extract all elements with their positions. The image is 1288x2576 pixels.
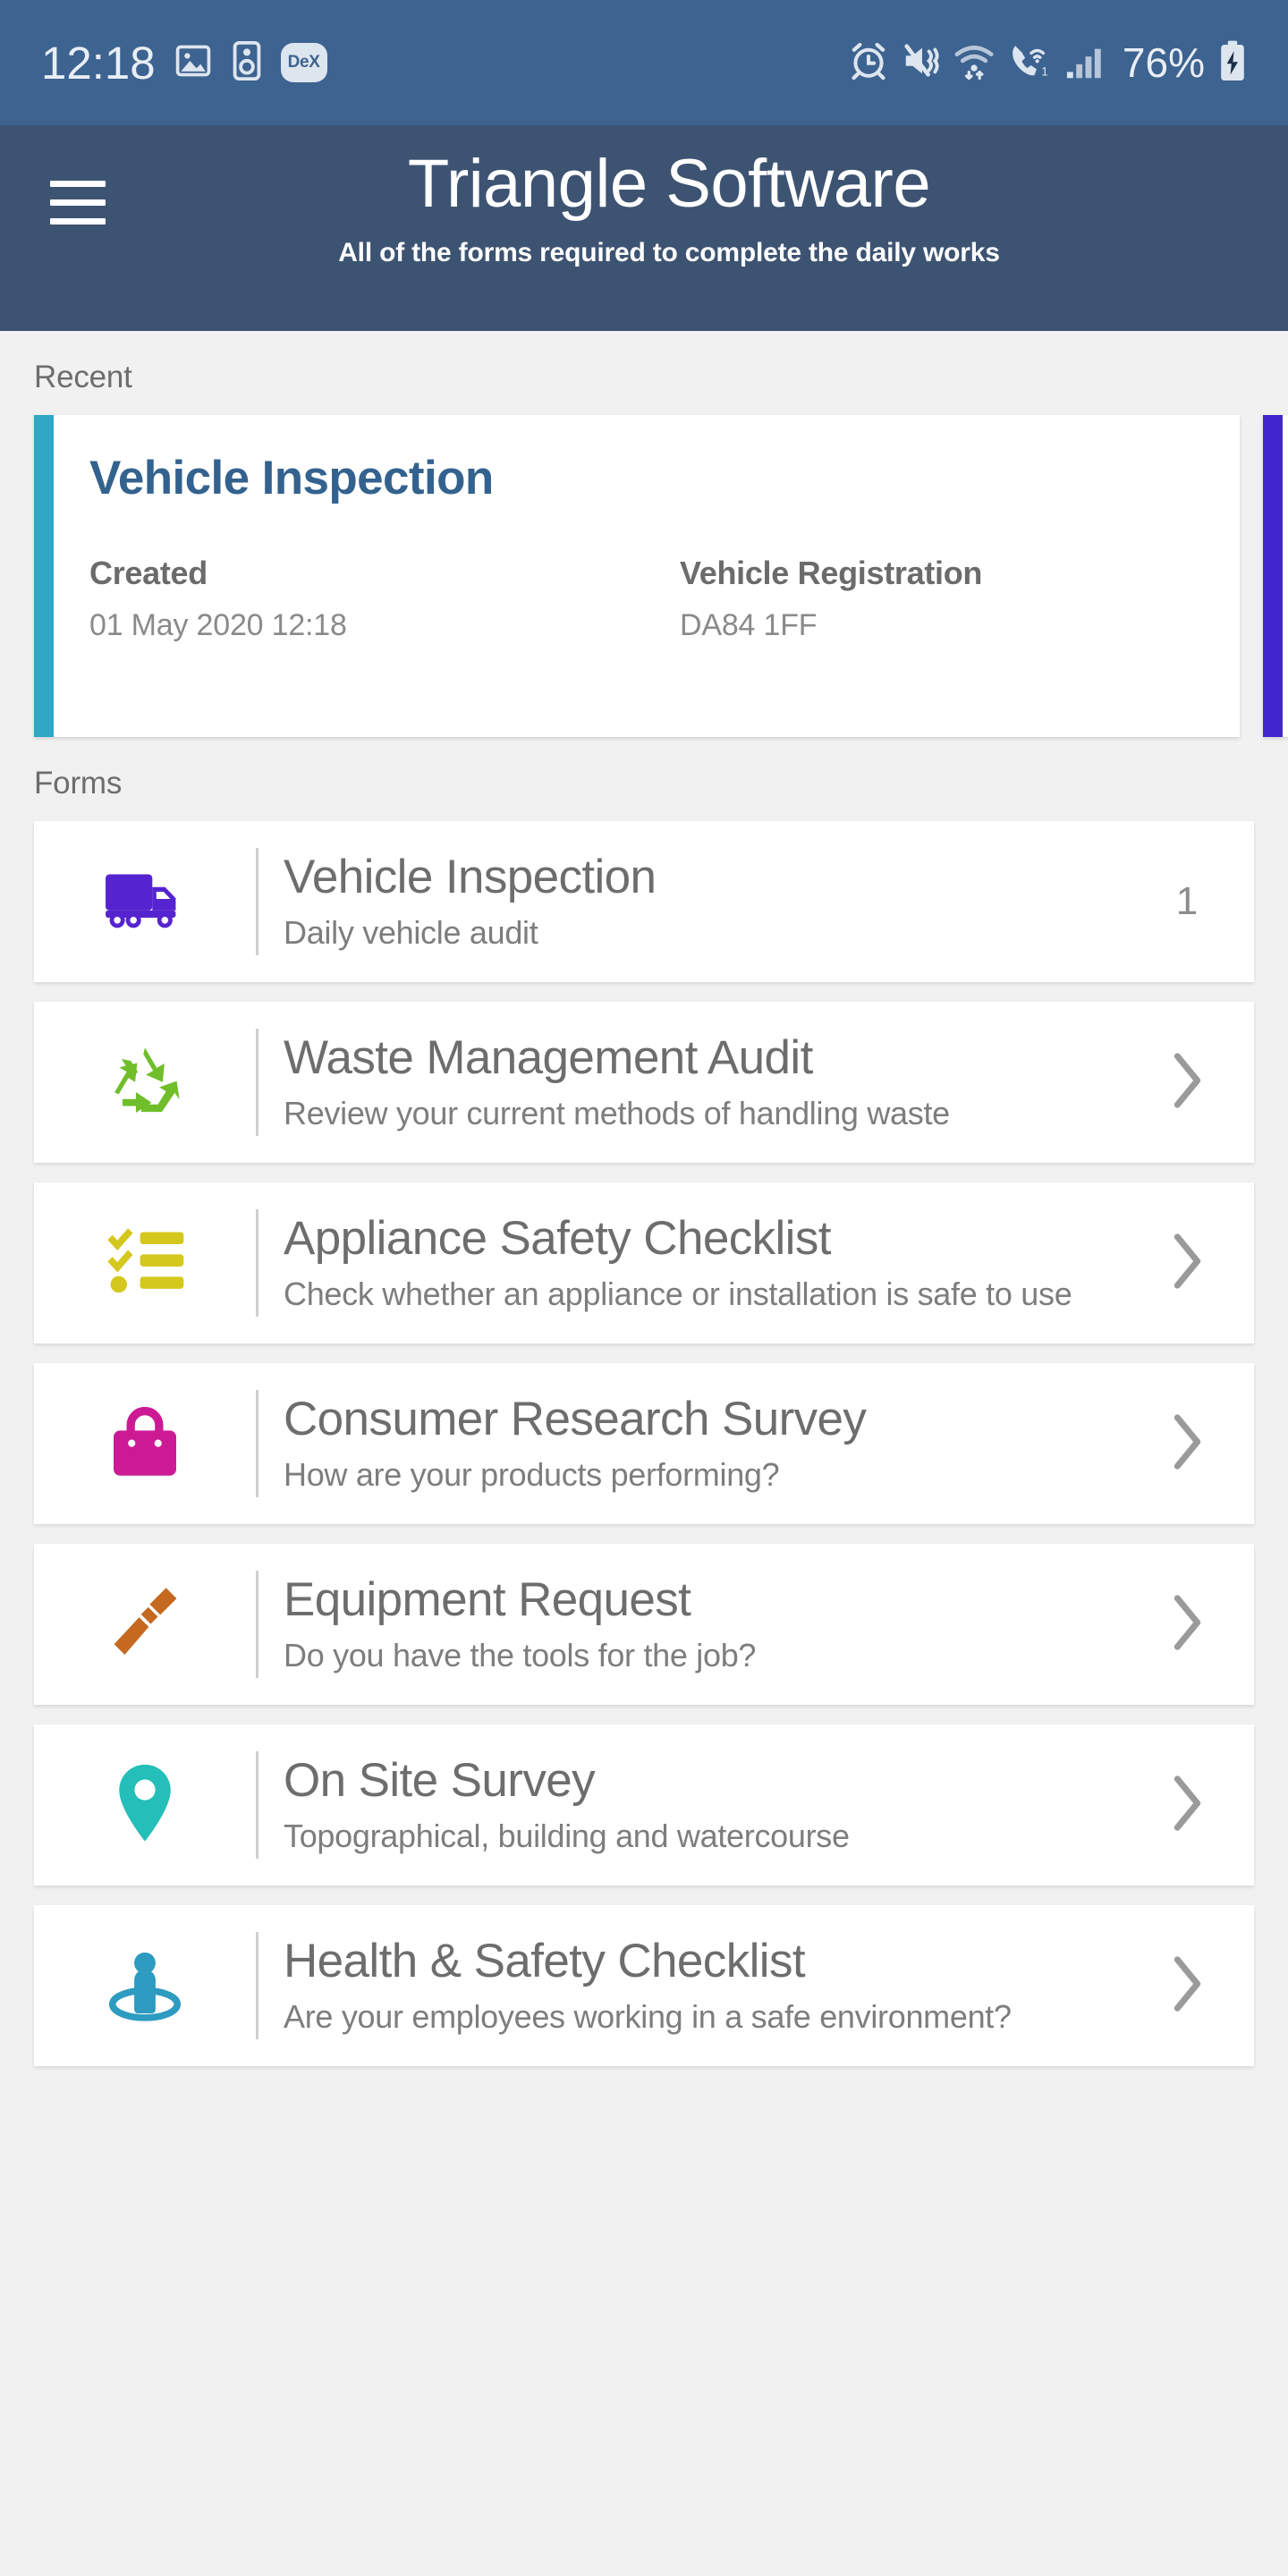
form-subtitle: How are your products performing? xyxy=(284,1455,780,1493)
alarm-icon xyxy=(848,40,889,86)
form-row-text: Health & Safety Checklist Are your emplo… xyxy=(258,1935,1156,2036)
form-icon-cell xyxy=(34,1581,256,1668)
form-row-trailing xyxy=(1156,1412,1218,1476)
speaker-icon xyxy=(231,40,263,86)
signal-bars-icon xyxy=(1064,42,1104,84)
form-title: Appliance Safety Checklist xyxy=(284,1212,831,1266)
dex-icon: DeX xyxy=(280,43,327,82)
hamburger-bar xyxy=(50,181,106,187)
recent-card-accent-bar xyxy=(34,415,54,737)
hamburger-bar xyxy=(50,218,106,225)
wifi-data-icon xyxy=(953,40,996,86)
recent-field-label: Vehicle Registration xyxy=(680,555,983,592)
app-bar-titles: Triangle Software All of the forms requi… xyxy=(143,148,1288,268)
recent-section-label: Recent xyxy=(34,360,132,394)
form-icon-cell xyxy=(34,1039,256,1126)
status-bar-right: 1 76% xyxy=(848,39,1247,87)
hamburger-menu-icon[interactable] xyxy=(50,181,143,225)
recent-field-value: 01 May 2020 12:18 xyxy=(89,608,347,643)
chevron-right-icon xyxy=(1169,1232,1205,1295)
wifi-calling-icon: 1 xyxy=(1008,40,1053,86)
form-title: On Site Survey xyxy=(284,1754,596,1808)
form-icon-cell xyxy=(34,1402,256,1486)
form-icon-cell xyxy=(34,1224,256,1303)
app-screen: 12:18 DeX 1 76% Triangle Software All of… xyxy=(0,0,1288,2576)
gallery-icon xyxy=(174,41,213,85)
form-row-trailing xyxy=(1156,1593,1218,1657)
recent-field-label: Created xyxy=(89,555,208,592)
screwdriver-icon xyxy=(106,1581,183,1668)
checklist-icon xyxy=(104,1224,186,1303)
recent-card-body: Vehicle Inspection Created 01 May 2020 1… xyxy=(54,415,1270,737)
form-subtitle: Daily vehicle audit xyxy=(284,913,538,951)
chevron-right-icon xyxy=(1169,1412,1205,1476)
status-badge: 1 xyxy=(1175,879,1199,923)
chevron-right-icon xyxy=(1169,1954,1205,2018)
chevron-right-icon xyxy=(1169,1593,1205,1657)
list-item[interactable]: Appliance Safety Checklist Check whether… xyxy=(34,1182,1254,1343)
list-item[interactable]: Consumer Research Survey How are your pr… xyxy=(34,1363,1254,1524)
form-row-trailing xyxy=(1156,1954,1218,2018)
status-clock: 12:18 xyxy=(41,37,156,89)
form-row-text: On Site Survey Topographical, building a… xyxy=(258,1754,1156,1855)
form-subtitle: Do you have the tools for the job? xyxy=(284,1636,757,1674)
form-title: Waste Management Audit xyxy=(284,1031,813,1085)
form-title: Vehicle Inspection xyxy=(284,851,657,904)
mute-vibrate-icon xyxy=(901,40,942,86)
recent-card-accent-bar xyxy=(1263,415,1283,737)
forms-list: Vehicle Inspection Daily vehicle audit 1 xyxy=(0,821,1288,2066)
battery-percent-label: 76% xyxy=(1122,39,1205,86)
page-subtitle: All of the forms required to complete th… xyxy=(338,237,1000,267)
form-row-text: Consumer Research Survey How are your pr… xyxy=(258,1393,1156,1494)
form-icon-cell xyxy=(34,1761,256,1850)
form-icon-cell xyxy=(34,1942,256,2030)
form-icon-cell xyxy=(34,866,256,938)
recent-card-fields: Created 01 May 2020 12:18 Vehicle Regist… xyxy=(89,555,1270,643)
hamburger-bar xyxy=(50,199,106,206)
form-row-text: Equipment Request Do you have the tools … xyxy=(258,1573,1156,1674)
recent-field-created: Created 01 May 2020 12:18 xyxy=(89,555,680,643)
recent-card-title: Vehicle Inspection xyxy=(89,452,494,504)
form-row-trailing xyxy=(1156,1774,1218,1837)
form-row-trailing xyxy=(1156,1051,1218,1114)
svg-text:1: 1 xyxy=(1041,64,1047,78)
chevron-right-icon xyxy=(1169,1051,1205,1114)
list-item[interactable]: On Site Survey Topographical, building a… xyxy=(34,1724,1254,1885)
truck-icon xyxy=(102,866,188,938)
page-title: Triangle Software xyxy=(407,146,931,222)
list-item[interactable]: Waste Management Audit Review your curre… xyxy=(34,1002,1254,1163)
form-subtitle: Check whether an appliance or installati… xyxy=(284,1275,1072,1312)
app-bar: Triangle Software All of the forms requi… xyxy=(0,125,1288,331)
chevron-right-icon xyxy=(1169,1774,1205,1837)
form-row-text: Vehicle Inspection Daily vehicle audit xyxy=(258,851,1156,952)
person-in-circle-icon xyxy=(104,1942,186,2030)
forms-section-label: Forms xyxy=(34,766,123,801)
status-bar: 12:18 DeX 1 76% xyxy=(0,0,1288,125)
form-row-trailing xyxy=(1156,1232,1218,1295)
list-item[interactable]: Health & Safety Checklist Are your emplo… xyxy=(34,1905,1254,2066)
shopping-bag-icon xyxy=(108,1402,182,1486)
form-subtitle: Are your employees working in a safe env… xyxy=(284,1997,1012,2035)
form-title: Health & Safety Checklist xyxy=(284,1935,806,1988)
form-subtitle: Topographical, building and watercourse xyxy=(284,1817,850,1854)
recent-card-next-peek[interactable] xyxy=(1263,415,1288,737)
battery-charging-icon xyxy=(1218,39,1247,87)
status-bar-left: 12:18 DeX xyxy=(41,40,327,86)
form-title: Consumer Research Survey xyxy=(284,1393,867,1446)
list-item[interactable]: Equipment Request Do you have the tools … xyxy=(34,1544,1254,1705)
recent-carousel[interactable]: Vehicle Inspection Created 01 May 2020 1… xyxy=(0,415,1288,737)
recent-field-value: DA84 1FF xyxy=(680,608,818,643)
list-item[interactable]: Vehicle Inspection Daily vehicle audit 1 xyxy=(34,821,1254,982)
recent-card[interactable]: Vehicle Inspection Created 01 May 2020 1… xyxy=(34,415,1240,737)
form-subtitle: Review your current methods of handling … xyxy=(284,1094,950,1131)
form-row-text: Waste Management Audit Review your curre… xyxy=(258,1031,1156,1132)
recycle-icon xyxy=(104,1039,186,1126)
form-row-text: Appliance Safety Checklist Check whether… xyxy=(258,1212,1156,1313)
form-row-trailing: 1 xyxy=(1156,879,1218,924)
recent-field-vehicle-registration: Vehicle Registration DA84 1FF xyxy=(680,555,1270,643)
content-scroll-area[interactable]: Recent Vehicle Inspection Created 01 May… xyxy=(0,331,1288,2576)
map-pin-icon xyxy=(114,1761,175,1850)
form-title: Equipment Request xyxy=(284,1573,691,1627)
